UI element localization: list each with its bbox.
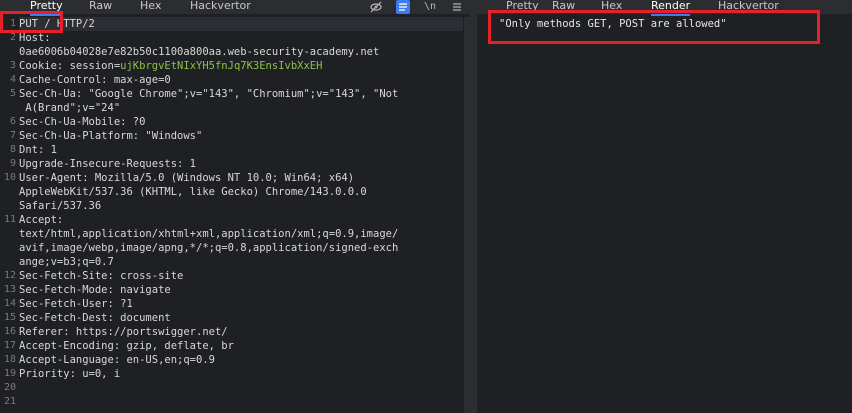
list-icon[interactable] <box>396 0 410 14</box>
line-number: 10 <box>3 172 16 183</box>
line-number: 7 <box>9 130 16 141</box>
request-line-text: Accept-Encoding: gzip, deflate, br <box>19 340 234 352</box>
line-number <box>0 45 16 59</box>
request-line <box>19 381 463 395</box>
line-number: 14 <box>3 298 16 309</box>
request-line: Upgrade-Insecure-Requests: 1 <box>19 157 463 171</box>
request-line-text: Dnt: 1 <box>19 144 57 156</box>
newline-icon[interactable]: \n <box>423 0 437 14</box>
annotation-box-method <box>0 11 63 33</box>
request-line-text: Host: <box>19 32 51 44</box>
request-line-text: Safari/537.36 <box>19 200 102 212</box>
request-line: Sec-Fetch-Mode: navigate <box>19 283 463 297</box>
request-pane: Pretty Raw Hex Hackvertor \n 1 2 3 4 5 6 7 8 9 10… <box>0 0 470 413</box>
request-line-text: Sec-Fetch-Dest: document <box>19 312 171 324</box>
line-number <box>0 199 16 213</box>
request-line: Cookie: session=ujKbrgvEtNIxYH5fnJq7K3En… <box>19 59 463 73</box>
request-line: text/html,application/xhtml+xml,applicat… <box>19 227 463 241</box>
request-line: Host: <box>19 31 463 45</box>
line-number: 2 <box>9 32 16 43</box>
request-line-text: Priority: u=0, i <box>19 368 121 380</box>
request-line-text: Upgrade-Insecure-Requests: 1 <box>19 158 197 170</box>
request-line: avif,image/webp,image/apng,*/*;q=0.8,app… <box>19 241 463 255</box>
line-number <box>0 241 16 255</box>
line-number: 20 <box>3 382 16 393</box>
eye-slash-icon[interactable] <box>369 0 383 14</box>
annotation-box-response <box>488 10 820 44</box>
request-line: Dnt: 1 <box>19 143 463 157</box>
response-pane: Pretty Raw Hex Render Hackvertor "Only m… <box>477 0 852 413</box>
request-line-text: 0ae6006b04028e7e82b50c1100a800aa.web-sec… <box>19 46 380 58</box>
request-line: Priority: u=0, i <box>19 367 463 381</box>
request-line-text: Referer: https://portswigger.net/ <box>19 326 228 338</box>
line-number: 21 <box>3 396 16 407</box>
line-number: 19 <box>3 368 16 379</box>
request-line: Sec-Fetch-Site: cross-site <box>19 269 463 283</box>
request-line <box>19 395 463 409</box>
request-tabbar: Pretty Raw Hex Hackvertor \n <box>0 0 470 16</box>
request-line-text: AppleWebKit/537.36 (KHTML, like Gecko) C… <box>19 186 367 198</box>
line-number-gutter: 1 2 3 4 5 6 7 8 9 10 11 12 13 14 15 16 17 18 19 20 21 <box>0 17 17 413</box>
line-number: 16 <box>3 326 16 337</box>
request-line: Referer: https://portswigger.net/ <box>19 325 463 339</box>
request-line: Sec-Ch-Ua-Platform: "Windows" <box>19 129 463 143</box>
line-number: 15 <box>3 312 16 323</box>
request-line: Accept-Language: en-US,en;q=0.9 <box>19 353 463 367</box>
line-number: 6 <box>9 116 16 127</box>
request-line-text: Sec-Ch-Ua-Mobile: ?0 <box>19 116 146 128</box>
request-line-text: Sec-Fetch-User: ?1 <box>19 298 133 310</box>
line-number: 17 <box>3 340 16 351</box>
request-line: Sec-Ch-Ua: "Google Chrome";v="143", "Chr… <box>19 87 463 101</box>
line-number: 8 <box>9 144 16 155</box>
request-line-text: avif,image/webp,image/apng,*/*;q=0.8,app… <box>19 242 399 254</box>
line-number <box>0 227 16 241</box>
request-line-text: Cache-Control: max-age=0 <box>19 74 171 86</box>
line-number: 18 <box>3 354 16 365</box>
request-line: AppleWebKit/537.36 (KHTML, like Gecko) C… <box>19 185 463 199</box>
tab-request-hex[interactable]: Hex <box>140 0 161 14</box>
request-line: Cache-Control: max-age=0 <box>19 73 463 87</box>
line-number: 3 <box>9 60 16 71</box>
pane-splitter[interactable] <box>470 0 477 413</box>
request-line-text: Cookie: session= <box>19 60 121 72</box>
request-line: Sec-Fetch-User: ?1 <box>19 297 463 311</box>
tab-request-raw[interactable]: Raw <box>89 0 112 14</box>
menu-icon[interactable] <box>450 0 464 14</box>
request-line-text: Sec-Fetch-Site: cross-site <box>19 270 184 282</box>
line-number: 13 <box>3 284 16 295</box>
line-number <box>0 255 16 269</box>
line-number: 9 <box>9 158 16 169</box>
request-line-text: Sec-Fetch-Mode: navigate <box>19 284 171 296</box>
request-line-text: text/html,application/xhtml+xml,applicat… <box>19 228 399 240</box>
line-number: 12 <box>3 270 16 281</box>
request-line-text: User-Agent: Mozilla/5.0 (Windows NT 10.0… <box>19 172 355 184</box>
request-line: A(Brand";v="24" <box>19 101 463 115</box>
request-line: Sec-Fetch-Dest: document <box>19 311 463 325</box>
request-line-text: Accept: <box>19 214 64 226</box>
request-line: ange;v=b3;q=0.7 <box>19 255 463 269</box>
cookie-session-value: ujKbrgvEtNIxYH5fnJq7K3EnsIvbXxEH <box>120 60 323 72</box>
request-line: 0ae6006b04028e7e82b50c1100a800aa.web-sec… <box>19 45 463 59</box>
request-line: Safari/537.36 <box>19 199 463 213</box>
request-line-text: Accept-Language: en-US,en;q=0.9 <box>19 354 215 366</box>
line-number <box>0 101 16 115</box>
request-line: Sec-Ch-Ua-Mobile: ?0 <box>19 115 463 129</box>
request-line-text: Sec-Ch-Ua-Platform: "Windows" <box>19 130 203 142</box>
request-line: Accept: <box>19 213 463 227</box>
tab-request-hackvertor[interactable]: Hackvertor <box>190 0 251 14</box>
line-number: 4 <box>9 74 16 85</box>
request-line-text: A(Brand";v="24" <box>19 102 121 114</box>
line-number <box>0 185 16 199</box>
line-number: 5 <box>9 88 16 99</box>
request-line-text: Sec-Ch-Ua: "Google Chrome";v="143", "Chr… <box>19 88 399 100</box>
request-line: Accept-Encoding: gzip, deflate, br <box>19 339 463 353</box>
request-editor[interactable]: PUT / HTTP/2 Host: 0ae6006b04028e7e82b50c1… <box>19 17 463 409</box>
line-number: 11 <box>3 214 16 225</box>
request-line: PUT / HTTP/2 <box>19 17 463 31</box>
request-line: User-Agent: Mozilla/5.0 (Windows NT 10.0… <box>19 171 463 185</box>
request-line-text: ange;v=b3;q=0.7 <box>19 256 114 268</box>
